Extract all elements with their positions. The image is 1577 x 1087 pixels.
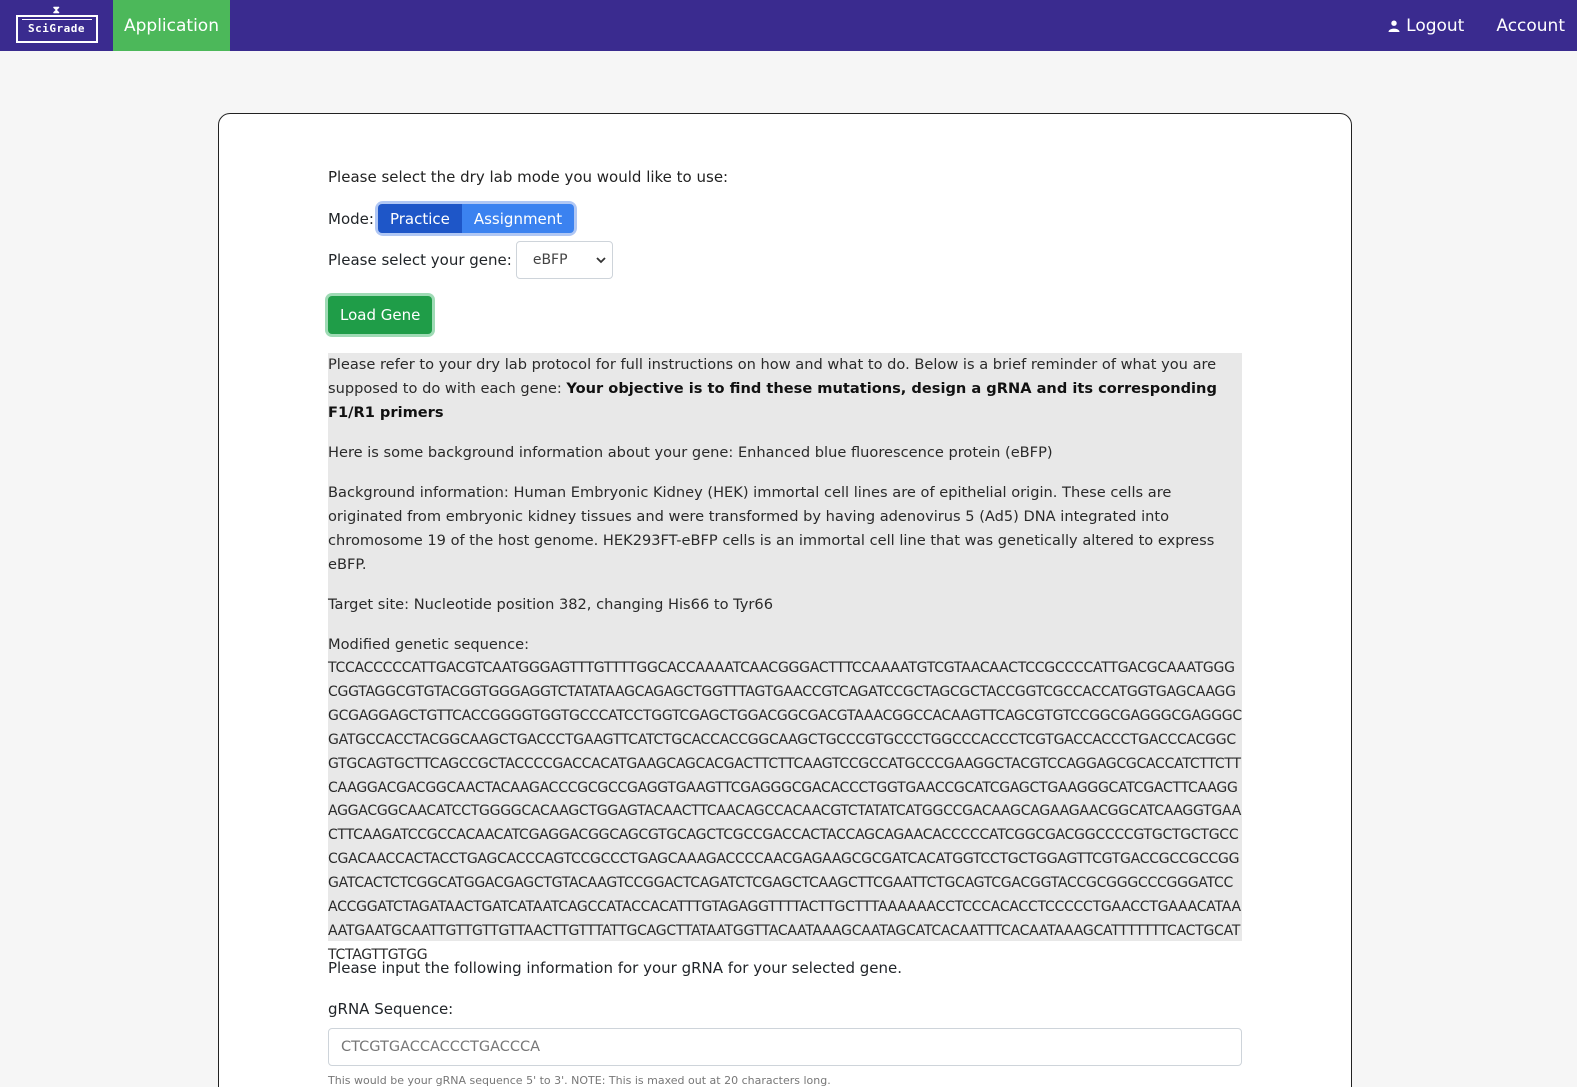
nav-application[interactable]: Application [113, 0, 230, 51]
logo-frame: ⧗ SciGrade [15, 5, 98, 43]
grna-help-text: This would be your gRNA sequence 5' to 3… [328, 1074, 831, 1087]
logout-label: Logout [1406, 15, 1465, 36]
mode-label: Mode: [328, 209, 374, 228]
grna-intro: Please input the following information f… [328, 959, 903, 977]
user-icon [1388, 20, 1400, 32]
logout-link[interactable]: Logout [1388, 16, 1464, 36]
hourglass-icon: ⧗ [52, 4, 61, 16]
gene-label: Please select your gene: [328, 251, 512, 269]
instructions-text: Please refer to your dry lab protocol fo… [328, 353, 1242, 425]
genetic-sequence: TCCACCCCCATTGACGTCAATGGGAGTTTGTTTTGGCACC… [328, 660, 1242, 963]
practice-button[interactable]: Practice [377, 204, 462, 233]
gene-select[interactable]: eBFP [515, 241, 613, 279]
brand-logo[interactable]: ⧗ SciGrade [0, 0, 113, 51]
background-info: Background information: Human Embryonic … [328, 484, 1215, 573]
grna-sequence-input[interactable] [328, 1028, 1242, 1066]
main-card: Please select the dry lab mode you would… [218, 113, 1352, 1087]
target-site: Target site: Nucleotide position 382, ch… [328, 596, 774, 613]
gene-row: Please select your gene: eBFP [328, 241, 613, 279]
navbar: ⧗ SciGrade Application Logout Account [0, 0, 1577, 51]
sequence-label: Modified genetic sequence: [328, 636, 530, 653]
nav-right: Logout Account [1388, 0, 1577, 51]
account-link[interactable]: Account [1496, 16, 1565, 36]
assignment-button[interactable]: Assignment [461, 204, 575, 233]
gene-selected-value: eBFP [532, 252, 568, 268]
load-gene-button[interactable]: Load Gene [328, 296, 433, 334]
brand-name: SciGrade [28, 22, 85, 35]
mode-toggle: Practice Assignment [377, 204, 575, 233]
mode-row: Mode: Practice Assignment [328, 204, 575, 233]
chevron-down-icon [596, 257, 606, 264]
gene-info-panel: Please refer to your dry lab protocol fo… [328, 353, 1242, 963]
grna-label: gRNA Sequence: [328, 1000, 454, 1018]
mode-prompt: Please select the dry lab mode you would… [328, 168, 729, 186]
background-gene: Here is some background information abou… [328, 444, 1053, 461]
